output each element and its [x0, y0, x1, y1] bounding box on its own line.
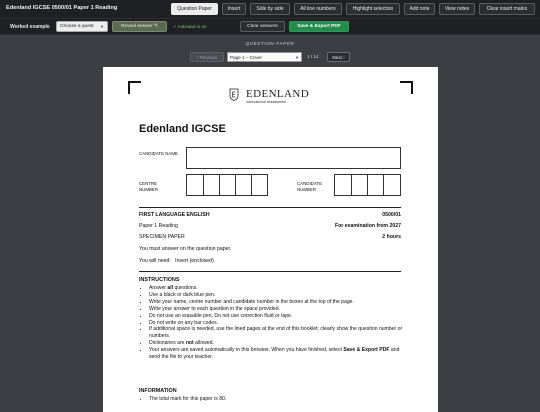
list-item: Your answers are saved automatically in … — [149, 347, 411, 361]
quest-select[interactable]: Choose a quest ▼ — [56, 21, 108, 32]
add-note-button[interactable]: Add note — [404, 3, 435, 15]
candidate-name-field[interactable] — [186, 147, 401, 169]
brand-subtitle: International Assessment — [246, 100, 287, 104]
page-select[interactable]: Page 1 – Cover ▼ — [227, 52, 302, 62]
highlight-selection-button[interactable]: Highlight selection — [346, 3, 400, 15]
chevron-down-icon: ▼ — [100, 24, 104, 29]
side-by-side-button[interactable]: Side by side — [250, 3, 290, 15]
list-item: If additional space is needed, use the l… — [149, 326, 411, 340]
paper-code: 0500/01 — [382, 212, 401, 218]
list-item: Dictionaries are not allowed. — [149, 340, 411, 347]
specimen-label: SPECIMEN PAPER — [139, 234, 185, 240]
instructions-title: INSTRUCTIONS — [139, 277, 180, 283]
crop-mark — [128, 81, 141, 94]
shield-logo-icon — [229, 88, 239, 101]
divider — [139, 207, 401, 208]
paper-heading: Edenland IGCSE — [139, 123, 226, 135]
quest-select-value: Choose a quest — [60, 24, 94, 29]
next-page-button[interactable]: Next › — [327, 52, 350, 62]
view-notes-button[interactable]: View notes — [439, 3, 475, 15]
previous-page-button[interactable]: ‹ Previous — [190, 52, 224, 62]
insert-button[interactable]: Insert — [222, 3, 246, 15]
subject: FIRST LANGUAGE ENGLISH — [139, 212, 210, 218]
duration: 2 hours — [382, 234, 401, 240]
brand-name: EDENLAND — [246, 88, 310, 100]
information-title: INFORMATION — [139, 388, 177, 394]
page-select-value: Page 1 – Cover — [230, 54, 262, 60]
list-item: Write your answer to each question in th… — [149, 306, 411, 313]
need-line: You will need: Insert (enclosed) — [139, 258, 214, 264]
all-line-numbers-button[interactable]: All line numbers — [294, 3, 342, 15]
question-paper-button[interactable]: Question Paper — [171, 3, 218, 15]
question-paper-page: EDENLAND International Assessment Edenla… — [103, 67, 438, 412]
information-list: The total mark for this paper is 80. — [139, 396, 411, 403]
list-item: Do not write on any bar codes. — [149, 320, 411, 327]
clear-answers-button[interactable]: Clear answers — [240, 21, 285, 32]
list-item: Use a black or dark blue pen. — [149, 292, 411, 299]
top-toolbar: Edenland IGCSE 0500/01 Paper 1 Reading Q… — [0, 0, 540, 19]
list-item: Do not use an erasable pen. Do not use c… — [149, 313, 411, 320]
crop-mark — [400, 81, 413, 94]
candidate-number-label: CANDIDATE NUMBER — [297, 181, 323, 192]
answer-note: You must answer on the question paper. — [139, 246, 232, 252]
centre-number-field[interactable] — [186, 174, 268, 196]
instructions-list: Answer all questions. Use a black or dar… — [139, 285, 411, 361]
clear-insert-marks-button[interactable]: Clear insert marks — [479, 3, 535, 15]
app-title: Edenland IGCSE 0500/01 Paper 1 Reading — [6, 5, 118, 11]
candidate-number-field[interactable] — [334, 174, 401, 196]
worked-example-bar: Worked example Choose a quest ▼ Reveal a… — [0, 19, 540, 35]
autosave-status: ✓ Autosave is on — [173, 24, 207, 29]
worked-example-label: Worked example — [10, 24, 50, 30]
list-item: The total mark for this paper is 80. — [149, 396, 411, 403]
section-label: QUESTION PAPER — [245, 41, 295, 46]
page-count: 1 / 14 — [307, 54, 319, 59]
save-export-pdf-button[interactable]: Save & Export PDF — [289, 21, 349, 32]
list-item: Write your name, centre number and candi… — [149, 299, 411, 306]
exam-from: For examination from 2027 — [334, 223, 401, 229]
chevron-down-icon: ▼ — [295, 54, 299, 60]
paper-name: Paper 1 Reading — [139, 223, 178, 229]
reveal-answer-button[interactable]: Reveal answer ✎ — [112, 21, 167, 32]
list-item: Answer all questions. — [149, 285, 411, 292]
candidate-name-label: CANDIDATE NAME — [139, 151, 178, 156]
centre-number-label: CENTRE NUMBER — [139, 181, 159, 192]
divider — [139, 271, 401, 272]
